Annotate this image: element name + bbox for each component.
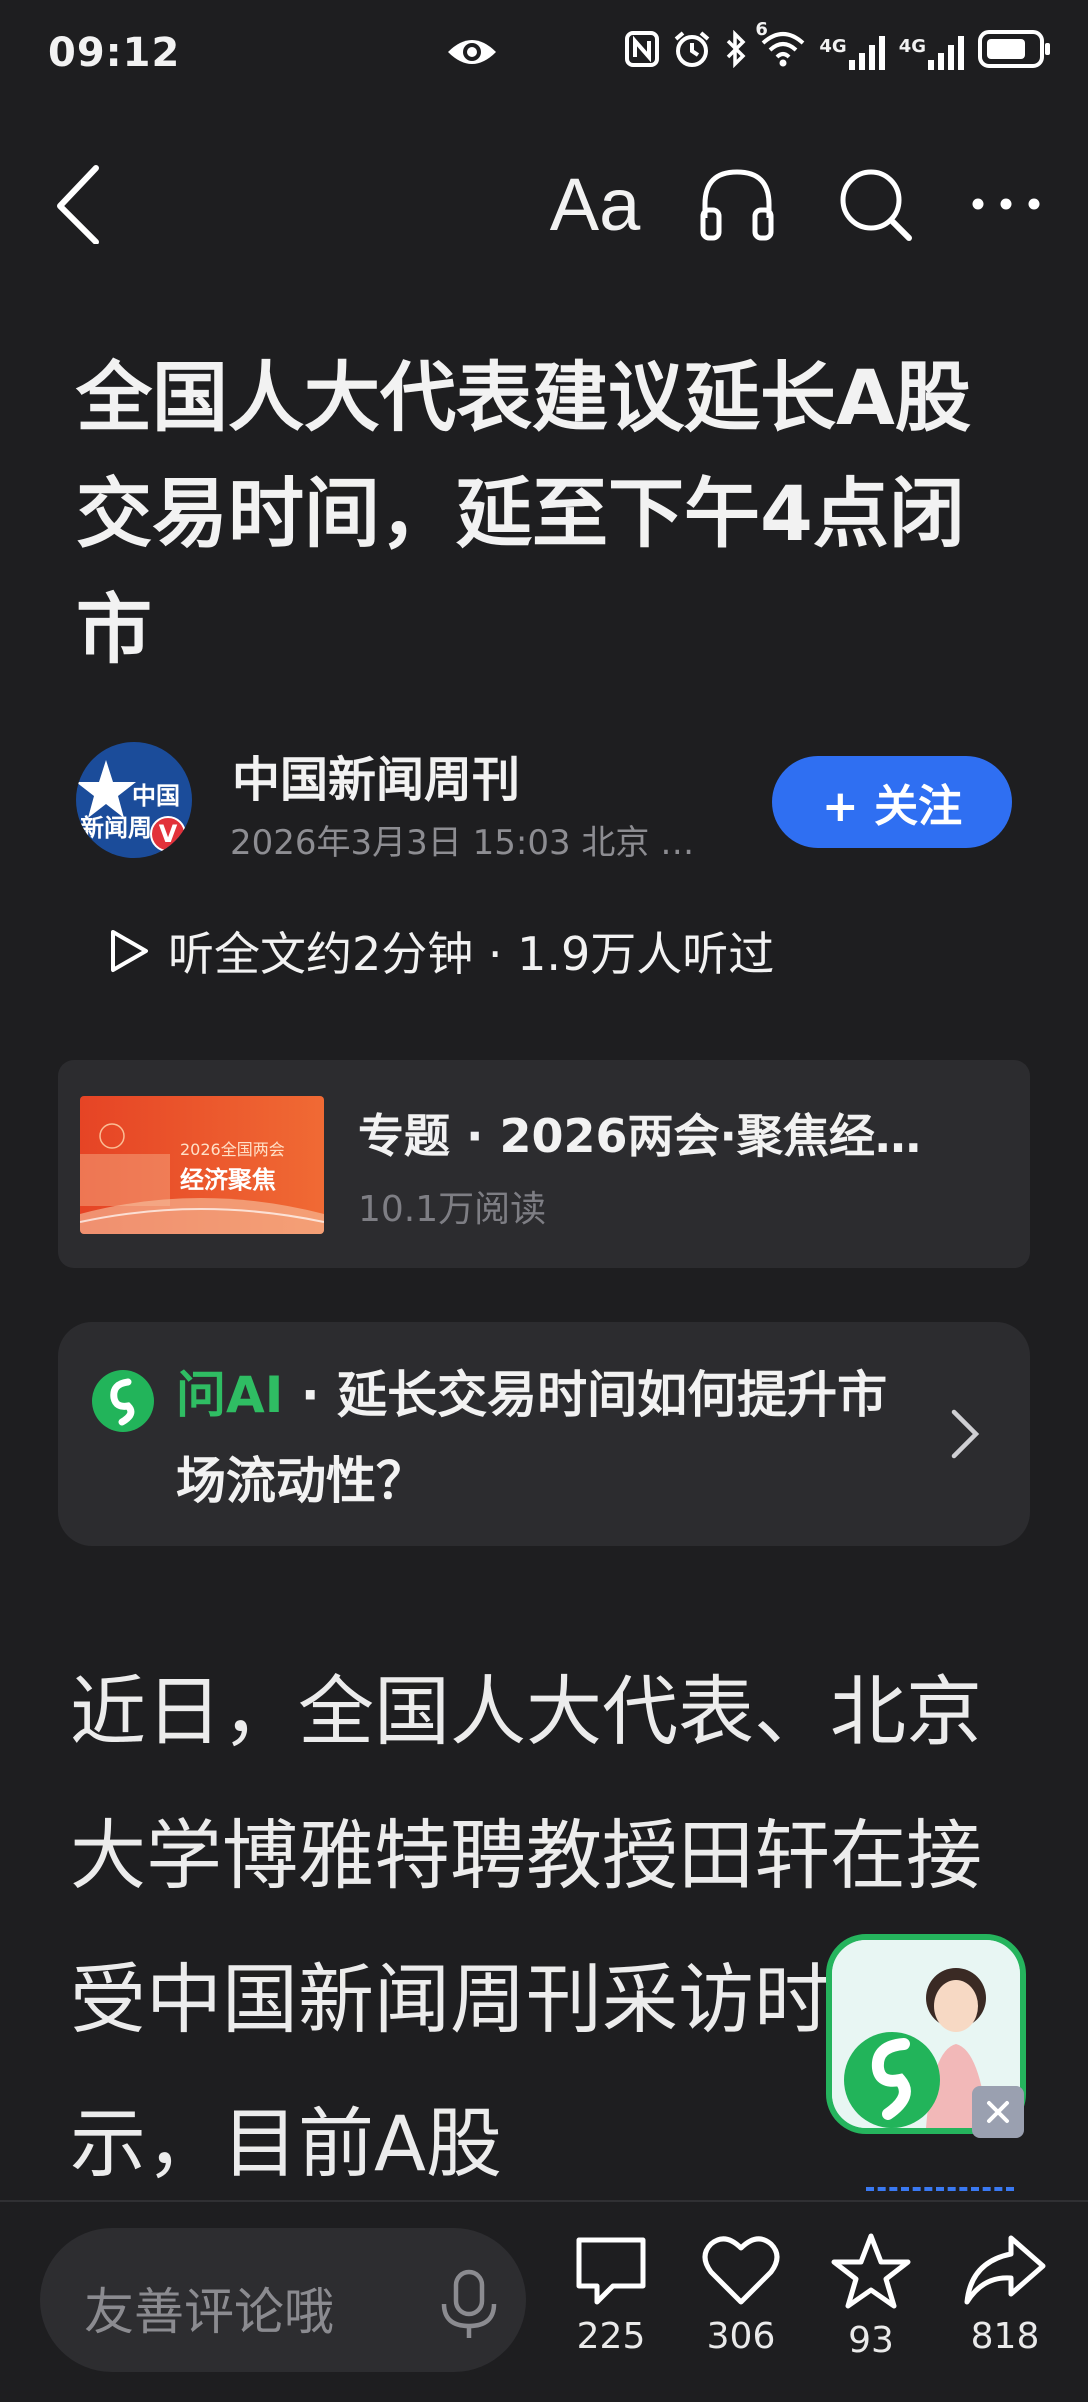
wifi-badge: 6 (755, 19, 768, 40)
author-name[interactable]: 中国新闻周刊 (232, 740, 520, 810)
play-icon (111, 930, 148, 972)
ask-ai-question: 问AI · 延长交易时间如何提升市场流动性？ (176, 1352, 936, 1524)
publish-meta: 2026年3月3日 15:03 北京 … (230, 823, 695, 863)
topic-thumbnail: 2026全国两会 经济聚焦 (80, 1096, 324, 1234)
like-button[interactable]: 306 (686, 2232, 796, 2357)
network-type-1: 4G (819, 36, 847, 57)
status-bar: 09:12 6 4G 4G (0, 0, 1088, 110)
battery-icon (978, 30, 1052, 76)
topic-reads: 10.1万阅读 (358, 1189, 547, 1230)
ai-logo-icon (92, 1370, 154, 1432)
close-icon (987, 2101, 1009, 2123)
comments-count: 225 (576, 2316, 646, 2357)
comment-icon (576, 2237, 646, 2305)
cellular-signal-1: 4G (819, 36, 885, 70)
follow-button[interactable]: + 关注 (772, 756, 1012, 848)
more-button[interactable] (966, 164, 1046, 244)
article-toolbar: Aa (0, 150, 1088, 260)
more-icon (972, 198, 1040, 210)
comment-input[interactable]: 友善评论哦 (40, 2228, 526, 2372)
cellular-signal-2: 4G (899, 36, 964, 70)
favorites-count: 93 (848, 2320, 894, 2361)
headphones-icon (700, 169, 774, 241)
microphone-icon[interactable] (434, 2268, 504, 2340)
search-icon (840, 169, 912, 241)
ask-ai-card[interactable]: 问AI · 延长交易时间如何提升市场流动性？ (58, 1322, 1030, 1546)
shares-count: 818 (970, 2316, 1040, 2357)
star-icon (831, 2233, 911, 2309)
share-button[interactable]: 818 (950, 2232, 1060, 2357)
network-type-2: 4G (898, 36, 926, 57)
back-button[interactable] (52, 164, 112, 245)
status-time: 09:12 (48, 30, 181, 76)
status-icons: 6 4G 4G (625, 19, 1052, 76)
bluetooth-icon (725, 29, 747, 76)
topic-title: 专题 · 2026两会·聚焦经… (358, 1109, 922, 1163)
topic-image-caption-2: 经济聚焦 (180, 1166, 276, 1194)
heart-icon (702, 2236, 780, 2305)
article-title: 全国人大代表建议延长A股交易时间，延至下午4点闭市 (76, 353, 971, 674)
share-icon (964, 2235, 1046, 2305)
search-button[interactable] (830, 164, 920, 244)
alarm-icon (673, 30, 711, 76)
close-assistant-button[interactable] (972, 2086, 1024, 2138)
author-avatar[interactable]: 中国 新闻周 V (76, 742, 192, 858)
ask-ai-brand: 问AI (176, 1366, 284, 1424)
comment-placeholder: 友善评论哦 (84, 2283, 334, 2341)
wifi-icon: 6 (755, 19, 805, 75)
listen-full-text[interactable]: 听全文约2分钟 · 1.9万人听过 (108, 918, 774, 984)
eye-icon (446, 32, 498, 76)
comments-button[interactable]: 225 (556, 2232, 666, 2357)
font-size-button[interactable]: Aa (540, 163, 650, 246)
verified-badge-icon: V (150, 816, 186, 852)
nfc-icon (625, 31, 660, 75)
likes-count: 306 (706, 2316, 776, 2357)
topic-image-caption-1: 2026全国两会 (180, 1140, 285, 1159)
avatar-text-2: 新闻周 (80, 814, 152, 842)
bottom-action-bar: 友善评论哦 225 306 93 818 (0, 2200, 1088, 2402)
ask-ai-question-text: · 延长交易时间如何提升市场流动性？ (176, 1366, 888, 1510)
topic-card[interactable]: 2026全国两会 经济聚焦 专题 · 2026两会·聚焦经… 10.1万阅读 (58, 1060, 1030, 1268)
favorite-button[interactable]: 93 (816, 2232, 926, 2361)
avatar-text-1: 中国 (132, 782, 180, 810)
chevron-right-icon (944, 1404, 984, 1464)
stock-link-underline (866, 2187, 1014, 2191)
listen-text: 听全文约2分钟 · 1.9万人听过 (168, 927, 775, 981)
listen-button[interactable] (692, 164, 782, 244)
